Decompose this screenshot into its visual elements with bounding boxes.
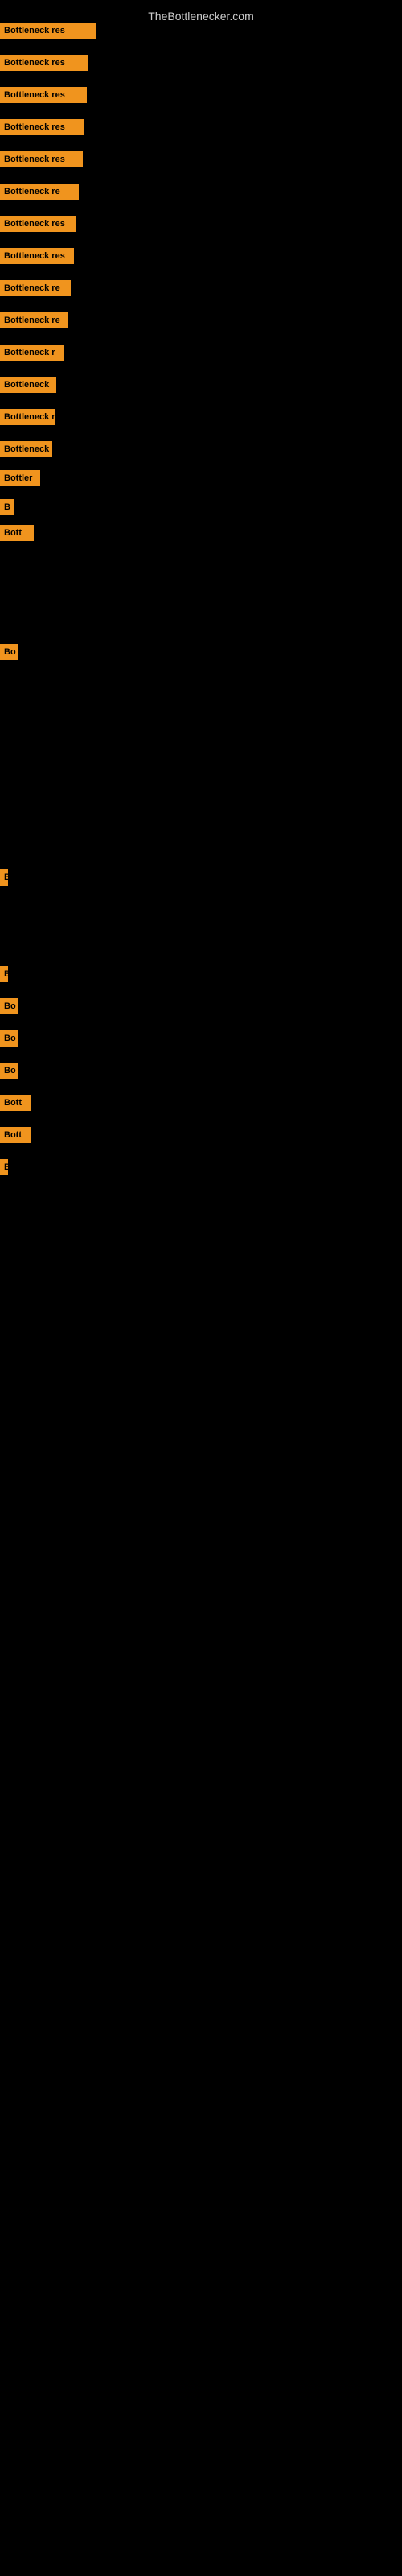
bottleneck-bar-1: Bottleneck res (0, 23, 96, 39)
bottleneck-bar-12: Bottleneck (0, 377, 56, 393)
bottleneck-bar-3: Bottleneck res (0, 87, 87, 103)
bottleneck-bar-10: Bottleneck re (0, 312, 68, 328)
bottleneck-bar-2: Bottleneck res (0, 55, 88, 71)
bottleneck-bar-23: Bo (0, 1063, 18, 1079)
bottleneck-bar-5: Bottleneck res (0, 151, 83, 167)
bottleneck-bar-7: Bottleneck res (0, 216, 76, 232)
bottleneck-bar-21: Bo (0, 998, 18, 1014)
bottleneck-bar-8: Bottleneck res (0, 248, 74, 264)
bottleneck-bar-15: Bottler (0, 470, 40, 486)
bottleneck-bar-9: Bottleneck re (0, 280, 71, 296)
bottleneck-bar-6: Bottleneck re (0, 184, 79, 200)
bottleneck-bar-11: Bottleneck r (0, 345, 64, 361)
bottleneck-bar-26: B (0, 1159, 8, 1175)
bottleneck-bar-14: Bottleneck (0, 441, 52, 457)
bottleneck-bar-4: Bottleneck res (0, 119, 84, 135)
bottleneck-bar-13: Bottleneck r (0, 409, 55, 425)
bottleneck-bar-25: Bott (0, 1127, 31, 1143)
bottleneck-bar-22: Bo (0, 1030, 18, 1046)
bottleneck-bar-24: Bott (0, 1095, 31, 1111)
bottleneck-bar-16: B (0, 499, 14, 515)
bottleneck-bar-17: Bott (0, 525, 34, 541)
bottleneck-bar-18: Bo (0, 644, 18, 660)
